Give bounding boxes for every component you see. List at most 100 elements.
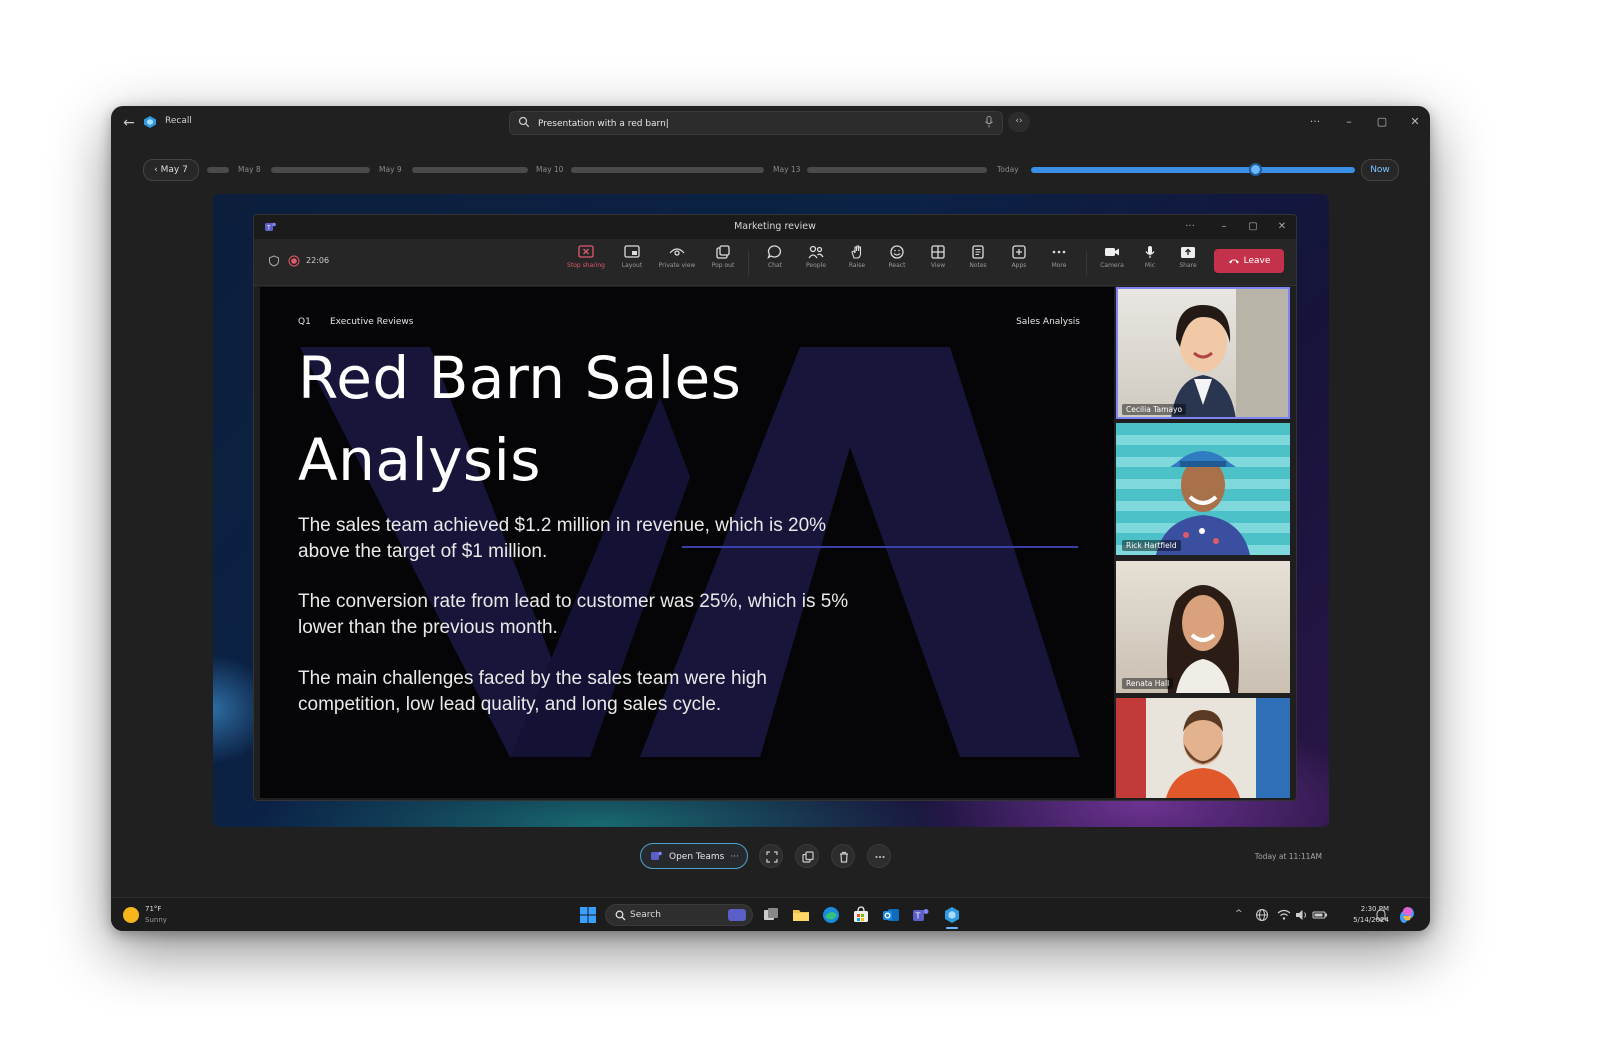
slide-quarter: Q1	[298, 317, 311, 327]
copilot-icon[interactable]	[1398, 906, 1416, 924]
timeline-segment[interactable]	[207, 167, 229, 173]
notes-button[interactable]: Notes	[958, 245, 998, 281]
participant-tile[interactable]: Cecilia Tamayo	[1116, 287, 1290, 419]
teams-app-icon[interactable]: T	[912, 906, 930, 924]
timeline-label: May 9	[379, 165, 402, 174]
taskbar-search[interactable]: Search	[605, 904, 753, 926]
search-icon	[615, 910, 626, 921]
network-globe-icon[interactable]	[1255, 908, 1269, 922]
react-button[interactable]: React	[877, 245, 917, 281]
react-icon	[890, 245, 904, 259]
layout-button[interactable]: Layout	[612, 245, 652, 281]
copy-button[interactable]	[795, 844, 819, 868]
now-button[interactable]: Now	[1361, 159, 1399, 181]
participant-tile[interactable]: Rick Hartfield	[1116, 423, 1290, 555]
back-arrow-icon[interactable]: ←	[119, 113, 139, 133]
people-button[interactable]: People	[796, 245, 836, 281]
microphone-icon[interactable]	[984, 116, 994, 128]
mic-button[interactable]: Mic	[1130, 245, 1170, 281]
open-teams-more-icon[interactable]: ···	[730, 844, 739, 870]
timeline-slider-handle[interactable]	[1249, 163, 1262, 176]
participant-tile[interactable]: Renata Hall	[1116, 561, 1290, 693]
apps-button[interactable]: Apps	[999, 245, 1039, 281]
timeline[interactable]: ‹ May 7 May 8 May 9 May 10 May 13 Today …	[111, 156, 1430, 184]
maximize-icon[interactable]: ▢	[1245, 219, 1261, 235]
search-box[interactable]	[509, 111, 1003, 135]
timeline-segment[interactable]	[412, 167, 528, 173]
pop-out-button[interactable]: Pop out	[703, 245, 743, 281]
participant-tile[interactable]	[1116, 698, 1290, 798]
volume-icon[interactable]	[1295, 908, 1309, 922]
apps-icon	[1012, 245, 1026, 259]
windows-start-icon[interactable]	[579, 906, 597, 924]
meeting-toolbar: 22:06 Stop sharing Layout Private view P…	[254, 239, 1296, 286]
leave-button[interactable]: Leave	[1214, 249, 1284, 273]
search-icon	[518, 116, 530, 128]
search-input[interactable]	[536, 114, 970, 133]
timeline-label: May 13	[773, 165, 801, 174]
minimize-icon[interactable]: –	[1340, 114, 1358, 130]
store-icon[interactable]	[852, 906, 870, 924]
recall-app-icon[interactable]	[943, 906, 961, 924]
slide-paragraph: The sales team achieved $1.2 million in …	[298, 515, 827, 562]
share-button[interactable]: Share	[1168, 245, 1208, 281]
snapshot-preview[interactable]: T Marketing review ··· – ▢ ✕ 22:06 Stop …	[213, 194, 1329, 827]
meeting-timer: 22:06	[306, 256, 330, 265]
search-highlight-icon	[728, 909, 746, 921]
open-teams-button[interactable]: Open Teams ···	[640, 843, 748, 869]
stop-sharing-button[interactable]: Stop sharing	[566, 245, 606, 281]
stop-sharing-icon	[578, 245, 594, 258]
delete-button[interactable]	[831, 844, 855, 868]
timeline-label: May 10	[536, 165, 564, 174]
timeline-segment[interactable]	[271, 167, 370, 173]
more-icon	[1052, 250, 1066, 254]
chat-button[interactable]: Chat	[755, 245, 795, 281]
timeline-back-button[interactable]: ‹ May 7	[143, 159, 199, 181]
participant-name: Renata Hall	[1122, 678, 1174, 689]
private-view-button[interactable]: Private view	[657, 245, 697, 281]
camera-button[interactable]: Camera	[1092, 245, 1132, 281]
view-icon	[931, 245, 945, 259]
maximize-icon[interactable]: ▢	[1373, 114, 1391, 130]
timeline-segment[interactable]	[807, 167, 987, 173]
more-options-icon[interactable]: ···	[1306, 114, 1324, 130]
participant-video	[1167, 585, 1239, 693]
outlook-icon[interactable]	[882, 906, 900, 924]
chat-icon	[767, 245, 781, 259]
timeline-label-today: Today	[997, 165, 1019, 174]
battery-icon[interactable]	[1312, 909, 1328, 921]
sun-icon[interactable]	[123, 907, 139, 923]
chevron-up-icon[interactable]: ^	[1235, 909, 1243, 919]
more-options-icon[interactable]: ···	[1182, 219, 1198, 235]
timeline-segment[interactable]	[571, 167, 764, 173]
app-title: Recall	[165, 116, 192, 126]
share-icon	[1181, 247, 1195, 258]
more-actions-button[interactable]	[867, 844, 891, 868]
task-view-icon[interactable]	[762, 906, 780, 924]
teams-title-bar: T Marketing review ··· – ▢ ✕	[254, 215, 1296, 239]
minimize-icon[interactable]: –	[1216, 219, 1232, 235]
more-button[interactable]: More	[1039, 245, 1079, 281]
layout-icon	[624, 245, 640, 258]
recall-logo-icon	[144, 116, 156, 128]
timeline-segment-today[interactable]	[1031, 167, 1355, 173]
mic-icon	[1145, 246, 1155, 258]
file-explorer-icon[interactable]	[792, 906, 810, 924]
raise-hand-button[interactable]: Raise	[837, 245, 877, 281]
weather-temperature[interactable]: 71°F	[145, 905, 161, 913]
weather-condition[interactable]: Sunny	[145, 916, 167, 924]
screenshot-button[interactable]	[759, 844, 783, 868]
shield-icon	[269, 255, 279, 267]
slide-title-line: Red Barn Sales	[298, 344, 742, 412]
edge-browser-icon[interactable]	[822, 906, 840, 924]
close-icon[interactable]: ✕	[1406, 114, 1424, 130]
close-icon[interactable]: ✕	[1274, 219, 1290, 235]
wifi-icon[interactable]	[1277, 908, 1291, 922]
view-button[interactable]: View	[918, 245, 958, 281]
hang-up-icon	[1228, 259, 1239, 263]
ask-button[interactable]: ‹›	[1008, 112, 1030, 132]
slide-paragraph: The conversion rate from lead to custome…	[298, 591, 849, 638]
more-icon	[875, 856, 885, 858]
notification-bell-icon[interactable]	[1374, 908, 1388, 922]
pop-out-icon	[716, 245, 730, 259]
